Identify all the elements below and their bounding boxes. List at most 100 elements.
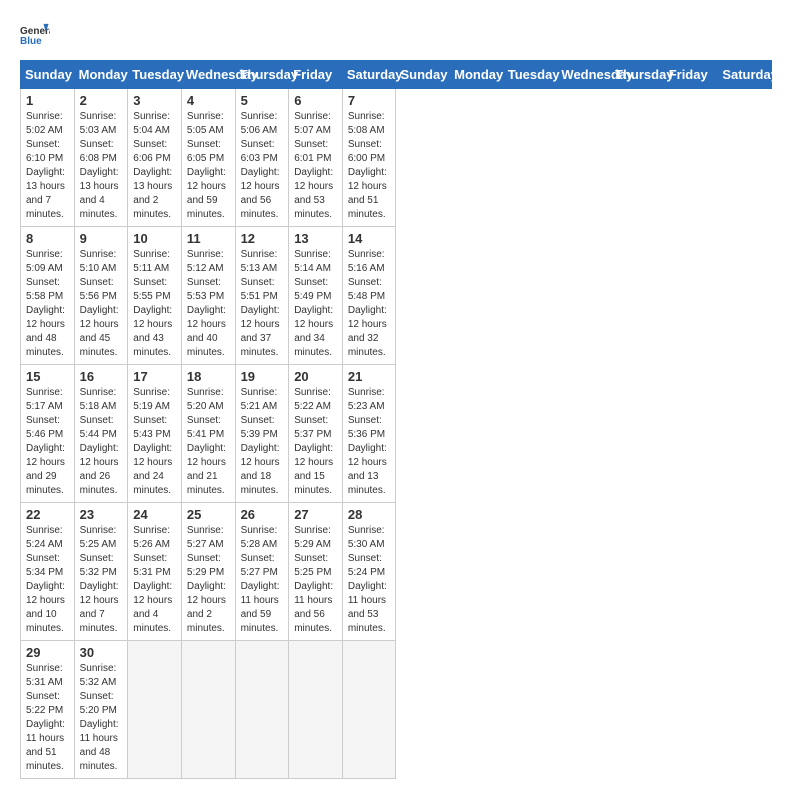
day-number: 17 bbox=[133, 369, 176, 384]
day-number: 11 bbox=[187, 231, 230, 246]
col-header-tuesday: Tuesday bbox=[128, 61, 182, 89]
col-header-saturday: Saturday bbox=[342, 61, 396, 89]
day-number: 12 bbox=[241, 231, 284, 246]
day-info: Sunrise: 5:16 AMSunset: 5:48 PMDaylight:… bbox=[348, 248, 391, 360]
day-number: 7 bbox=[348, 93, 391, 108]
calendar-cell: 7Sunrise: 5:08 AMSunset: 6:00 PMDaylight… bbox=[342, 89, 396, 227]
day-number: 2 bbox=[80, 93, 123, 108]
calendar-cell bbox=[289, 641, 343, 779]
day-number: 13 bbox=[294, 231, 337, 246]
calendar-cell: 12 Sunrise: 5:13 AMSunset: 5:51 PMDayligh… bbox=[235, 227, 289, 365]
calendar-cell: 25Sunrise: 5:27 AMSunset: 5:29 PMDayligh… bbox=[181, 503, 235, 641]
col-header-thursday: Thursday bbox=[235, 61, 289, 89]
col-header-friday: Friday bbox=[664, 61, 718, 89]
day-number: 4 bbox=[187, 93, 230, 108]
calendar-cell: 6 Sunrise: 5:07 AMSunset: 6:01 PMDaylight… bbox=[289, 89, 343, 227]
calendar-cell bbox=[128, 641, 182, 779]
day-info: Sunrise: 5:14 AMSunset: 5:49 PMDaylight:… bbox=[294, 248, 337, 360]
day-number: 3 bbox=[133, 93, 176, 108]
day-info: Sunrise: 5:30 AMSunset: 5:24 PMDaylight:… bbox=[348, 524, 391, 636]
day-info: Sunrise: 5:13 AMSunset: 5:51 PMDaylight:… bbox=[241, 248, 284, 360]
calendar-cell: 16 Sunrise: 5:18 AMSunset: 5:44 PMDayligh… bbox=[74, 365, 128, 503]
day-info: Sunrise: 5:21 AMSunset: 5:39 PMDaylight:… bbox=[241, 386, 284, 498]
day-info: Sunrise: 5:22 AMSunset: 5:37 PMDaylight:… bbox=[294, 386, 337, 498]
day-number: 22 bbox=[26, 507, 69, 522]
day-number: 8 bbox=[26, 231, 69, 246]
calendar-week-3: 15Sunrise: 5:17 AMSunset: 5:46 PMDayligh… bbox=[21, 365, 772, 503]
calendar-week-1: 1 Sunrise: 5:02 AMSunset: 6:10 PMDaylight… bbox=[21, 89, 772, 227]
col-header-wednesday: Wednesday bbox=[181, 61, 235, 89]
logo-icon: GeneralBlue bbox=[20, 20, 50, 50]
day-number: 9 bbox=[80, 231, 123, 246]
col-header-sunday: Sunday bbox=[396, 61, 450, 89]
day-number: 6 bbox=[294, 93, 337, 108]
day-number: 10 bbox=[133, 231, 176, 246]
day-info: Sunrise: 5:12 AMSunset: 5:53 PMDaylight:… bbox=[187, 248, 230, 360]
header: GeneralBlue bbox=[20, 20, 772, 50]
calendar-cell: 2 Sunrise: 5:03 AMSunset: 6:08 PMDaylight… bbox=[74, 89, 128, 227]
calendar-cell: 13 Sunrise: 5:14 AMSunset: 5:49 PMDayligh… bbox=[289, 227, 343, 365]
svg-text:Blue: Blue bbox=[20, 36, 42, 47]
day-info: Sunrise: 5:29 AMSunset: 5:25 PMDaylight:… bbox=[294, 524, 337, 636]
calendar-table: SundayMondayTuesdayWednesdayThursdayFrid… bbox=[20, 60, 772, 779]
calendar-week-4: 22 Sunrise: 5:24 AMSunset: 5:34 PMDayligh… bbox=[21, 503, 772, 641]
day-number: 19 bbox=[241, 369, 284, 384]
day-number: 14 bbox=[348, 231, 391, 246]
day-info: Sunrise: 5:07 AMSunset: 6:01 PMDaylight:… bbox=[294, 110, 337, 222]
day-info: Sunrise: 5:10 AMSunset: 5:56 PMDaylight:… bbox=[80, 248, 123, 360]
day-number: 20 bbox=[294, 369, 337, 384]
day-number: 23 bbox=[80, 507, 123, 522]
calendar-cell: 3Sunrise: 5:04 AMSunset: 6:06 PMDaylight… bbox=[128, 89, 182, 227]
day-info: Sunrise: 5:25 AMSunset: 5:32 PMDaylight:… bbox=[80, 524, 123, 636]
day-number: 1 bbox=[26, 93, 69, 108]
calendar-cell: 14 Sunrise: 5:16 AMSunset: 5:48 PMDayligh… bbox=[342, 227, 396, 365]
day-number: 21 bbox=[348, 369, 391, 384]
col-header-wednesday: Wednesday bbox=[557, 61, 611, 89]
day-info: Sunrise: 5:06 AMSunset: 6:03 PMDaylight:… bbox=[241, 110, 284, 222]
day-info: Sunrise: 5:26 AMSunset: 5:31 PMDaylight:… bbox=[133, 524, 176, 636]
day-number: 24 bbox=[133, 507, 176, 522]
calendar-cell: 21Sunrise: 5:23 AMSunset: 5:36 PMDayligh… bbox=[342, 365, 396, 503]
day-number: 29 bbox=[26, 645, 69, 660]
day-info: Sunrise: 5:31 AMSunset: 5:22 PMDaylight:… bbox=[26, 662, 69, 774]
calendar-cell: 28 Sunrise: 5:30 AMSunset: 5:24 PMDayligh… bbox=[342, 503, 396, 641]
day-info: Sunrise: 5:18 AMSunset: 5:44 PMDaylight:… bbox=[80, 386, 123, 498]
logo: GeneralBlue bbox=[20, 20, 50, 50]
day-info: Sunrise: 5:03 AMSunset: 6:08 PMDaylight:… bbox=[80, 110, 123, 222]
day-number: 30 bbox=[80, 645, 123, 660]
day-info: Sunrise: 5:27 AMSunset: 5:29 PMDaylight:… bbox=[187, 524, 230, 636]
day-number: 16 bbox=[80, 369, 123, 384]
col-header-thursday: Thursday bbox=[611, 61, 665, 89]
day-number: 5 bbox=[241, 93, 284, 108]
calendar-cell: 8 Sunrise: 5:09 AMSunset: 5:58 PMDaylight… bbox=[21, 227, 75, 365]
day-number: 15 bbox=[26, 369, 69, 384]
calendar-cell: 18Sunrise: 5:20 AMSunset: 5:41 PMDayligh… bbox=[181, 365, 235, 503]
calendar-cell: 26Sunrise: 5:28 AMSunset: 5:27 PMDayligh… bbox=[235, 503, 289, 641]
day-info: Sunrise: 5:24 AMSunset: 5:34 PMDaylight:… bbox=[26, 524, 69, 636]
col-header-sunday: Sunday bbox=[21, 61, 75, 89]
calendar-header-row: SundayMondayTuesdayWednesdayThursdayFrid… bbox=[21, 61, 772, 89]
calendar-cell: 15Sunrise: 5:17 AMSunset: 5:46 PMDayligh… bbox=[21, 365, 75, 503]
calendar-cell: 22 Sunrise: 5:24 AMSunset: 5:34 PMDayligh… bbox=[21, 503, 75, 641]
col-header-monday: Monday bbox=[450, 61, 504, 89]
day-info: Sunrise: 5:09 AMSunset: 5:58 PMDaylight:… bbox=[26, 248, 69, 360]
day-info: Sunrise: 5:02 AMSunset: 6:10 PMDaylight:… bbox=[26, 110, 69, 222]
day-info: Sunrise: 5:28 AMSunset: 5:27 PMDaylight:… bbox=[241, 524, 284, 636]
day-number: 28 bbox=[348, 507, 391, 522]
calendar-cell: 4Sunrise: 5:05 AMSunset: 6:05 PMDaylight… bbox=[181, 89, 235, 227]
calendar-cell: 9 Sunrise: 5:10 AMSunset: 5:56 PMDaylight… bbox=[74, 227, 128, 365]
day-number: 27 bbox=[294, 507, 337, 522]
day-info: Sunrise: 5:11 AMSunset: 5:55 PMDaylight:… bbox=[133, 248, 176, 360]
calendar-cell: 27 Sunrise: 5:29 AMSunset: 5:25 PMDayligh… bbox=[289, 503, 343, 641]
calendar-cell bbox=[181, 641, 235, 779]
calendar-week-5: 29 Sunrise: 5:31 AMSunset: 5:22 PMDayligh… bbox=[21, 641, 772, 779]
calendar-cell: 24 Sunrise: 5:26 AMSunset: 5:31 PMDayligh… bbox=[128, 503, 182, 641]
calendar-cell: 19 Sunrise: 5:21 AMSunset: 5:39 PMDayligh… bbox=[235, 365, 289, 503]
calendar-cell: 11 Sunrise: 5:12 AMSunset: 5:53 PMDayligh… bbox=[181, 227, 235, 365]
calendar-cell: 30Sunrise: 5:32 AMSunset: 5:20 PMDayligh… bbox=[74, 641, 128, 779]
calendar-cell: 5 Sunrise: 5:06 AMSunset: 6:03 PMDaylight… bbox=[235, 89, 289, 227]
calendar-cell: 20 Sunrise: 5:22 AMSunset: 5:37 PMDayligh… bbox=[289, 365, 343, 503]
calendar-cell bbox=[235, 641, 289, 779]
col-header-monday: Monday bbox=[74, 61, 128, 89]
calendar-cell: 10 Sunrise: 5:11 AMSunset: 5:55 PMDayligh… bbox=[128, 227, 182, 365]
